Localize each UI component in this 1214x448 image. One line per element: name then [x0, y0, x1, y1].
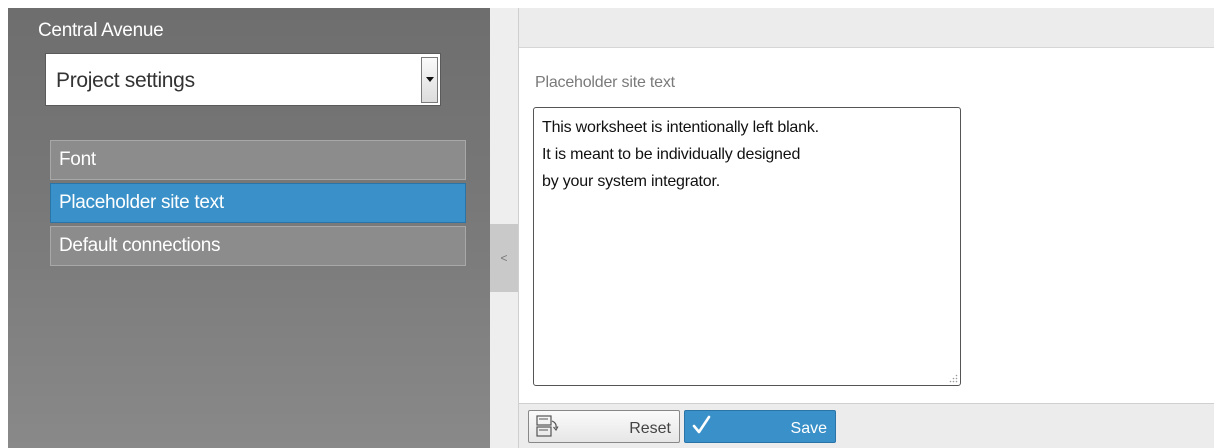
save-button[interactable]: Save: [684, 410, 836, 443]
reset-label: Reset: [629, 420, 671, 437]
nav-item-placeholder-site-text[interactable]: Placeholder site text: [50, 183, 466, 223]
footer-bar: Reset Save: [519, 403, 1214, 448]
collapse-sidebar-button[interactable]: <: [490, 224, 518, 292]
reset-button[interactable]: Reset: [528, 410, 680, 443]
project-select[interactable]: Project settings: [45, 53, 441, 106]
nav-item-font[interactable]: Font: [50, 140, 466, 180]
chevron-down-icon: [426, 77, 434, 82]
check-icon: [692, 415, 711, 434]
text-line: It is meant to be individually designed: [542, 146, 801, 163]
app-title: Central Avenue: [38, 20, 164, 41]
nav-item-default-connections[interactable]: Default connections: [50, 226, 466, 266]
dropdown-button[interactable]: [421, 57, 438, 103]
resize-grip-icon[interactable]: [948, 373, 958, 383]
chevron-left-icon: <: [500, 251, 508, 265]
top-bar: [519, 8, 1214, 48]
text-line: by your system integrator.: [542, 173, 720, 190]
project-select-value: Project settings: [56, 69, 195, 92]
section-label: Placeholder site text: [535, 74, 675, 91]
placeholder-text-area[interactable]: This worksheet is intentionally left bla…: [533, 107, 961, 386]
settings-nav: Font Placeholder site text Default conne…: [50, 140, 466, 269]
main-panel: Placeholder site text This worksheet is …: [519, 8, 1214, 448]
sidebar: Central Avenue Project settings Font Pla…: [8, 8, 490, 448]
save-label: Save: [790, 420, 827, 437]
text-line: This worksheet is intentionally left bla…: [542, 119, 819, 136]
reset-icon: [536, 415, 559, 437]
